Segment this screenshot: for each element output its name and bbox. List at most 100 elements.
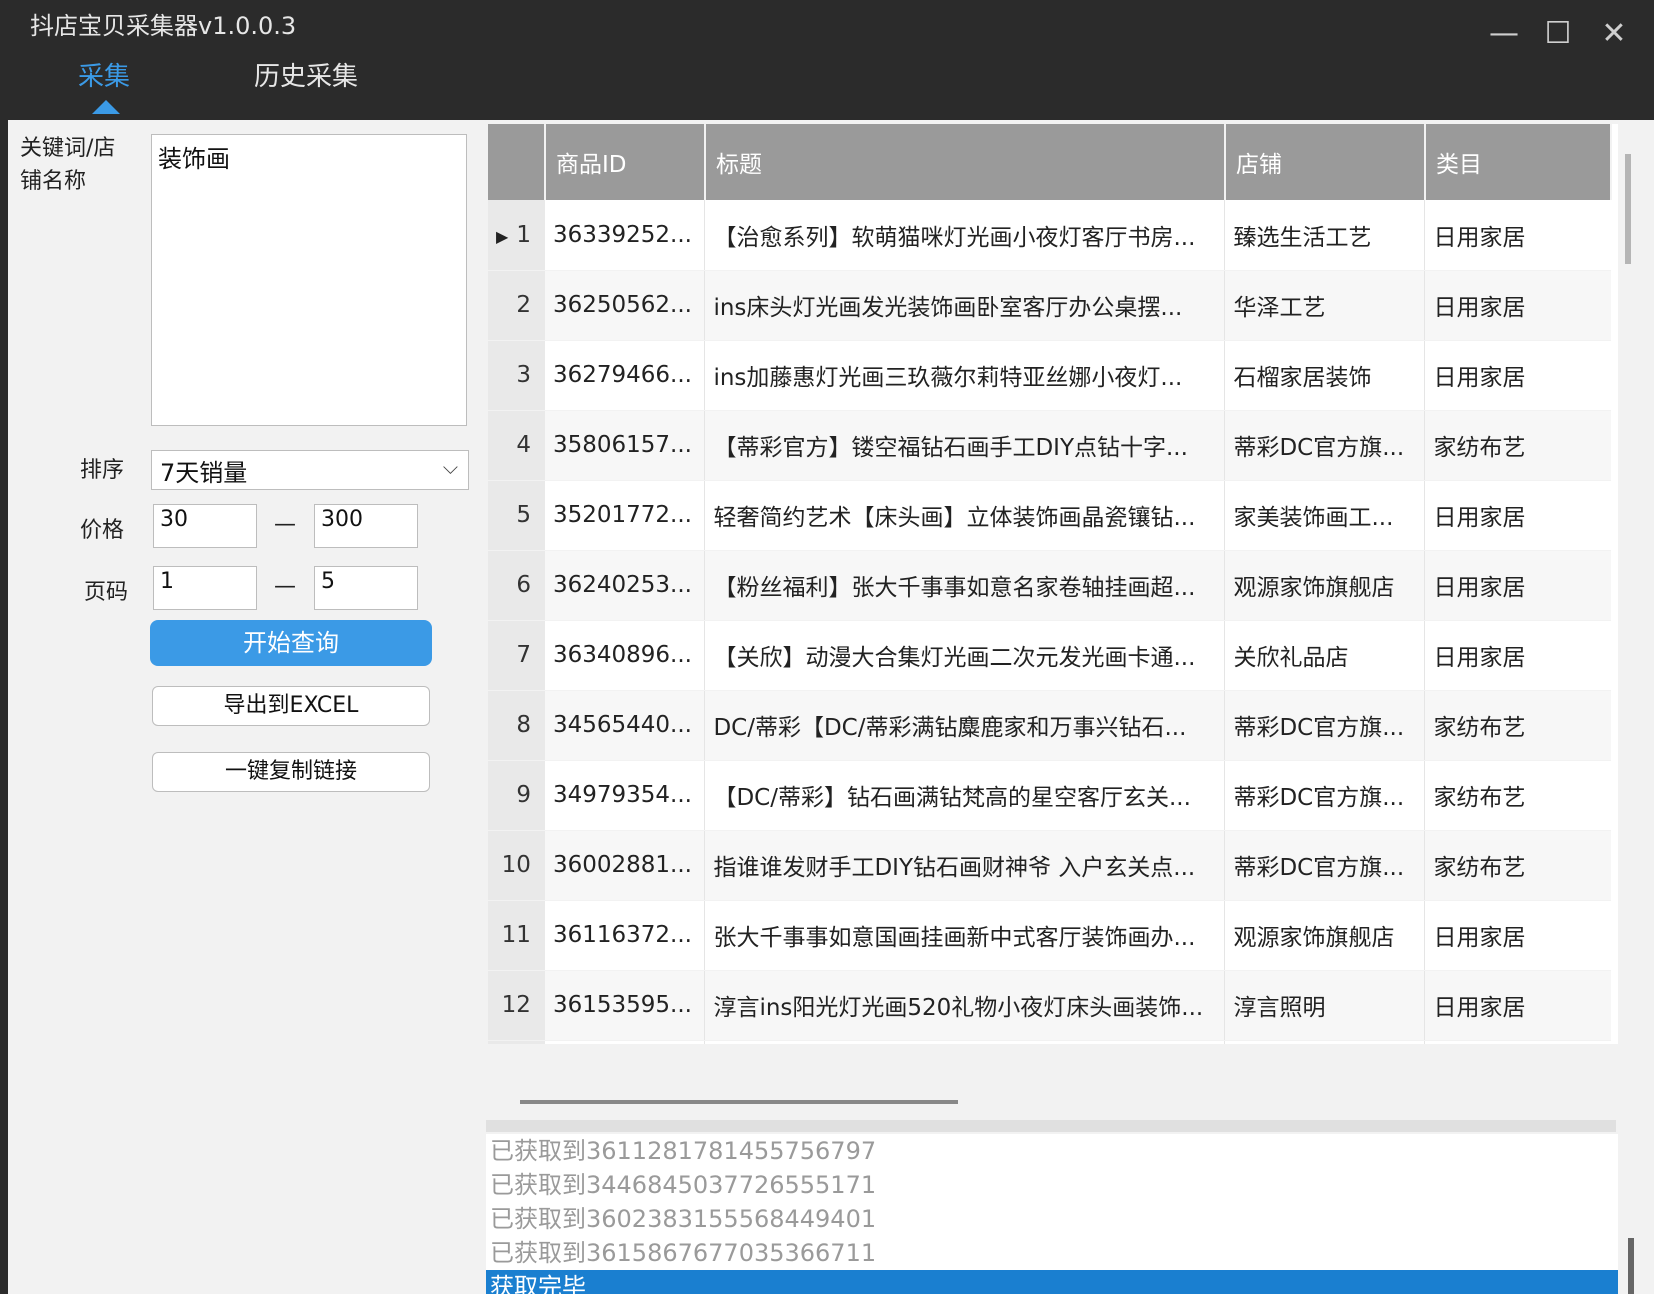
table-row[interactable]: 9 34979354... 【DC/蒂彩】钻石画满钻梵高的星空客厅玄关... 蒂彩DC… xyxy=(488,760,1611,831)
log-scrollbar[interactable] xyxy=(1628,1238,1634,1294)
cell-shop: 蒂彩DC官方旗... xyxy=(1224,760,1426,831)
chevron-down-icon: ⌵ xyxy=(442,455,458,479)
column-header-category[interactable]: 类目 xyxy=(1424,124,1612,200)
table-row[interactable]: 7 36340896... 【关欣】动漫大合集灯光画二次元发光画卡通... 关欣礼品店… xyxy=(488,620,1611,691)
cell-shop: 蒂彩DC官方旗... xyxy=(1224,690,1426,761)
table-row[interactable]: 3 36279466... ins加藤惠灯光画三玖薇尔莉特亚丝娜小夜灯... 石榴家居… xyxy=(488,340,1611,411)
table-body: ▶ 1 36339252... 【治愈系列】软萌猫咪灯光画小夜灯客厅书房... 臻选生活… xyxy=(488,200,1611,1044)
cell-product-id: 36340896... xyxy=(544,620,706,691)
current-row-icon: ▶ xyxy=(496,226,509,246)
table-horizontal-scrollbar[interactable] xyxy=(520,1100,958,1104)
log-line[interactable]: 获取完毕 xyxy=(486,1270,1618,1294)
cell-title: 【粉丝福利】张大千事事如意名家卷轴挂画超... xyxy=(704,550,1226,621)
cell-category: 日用家居 xyxy=(1424,970,1611,1041)
cell-title: 【DC/蒂彩】钻石画满钻梵高的星空客厅玄关... xyxy=(704,760,1226,831)
cell-category: 日用家居 xyxy=(1424,620,1611,691)
cell-product-id: 36339252... xyxy=(544,200,706,271)
close-icon[interactable]: ✕ xyxy=(1594,14,1634,54)
column-header-id[interactable]: 商品ID xyxy=(544,124,706,200)
results-table: 商品ID 标题 店铺 类目 ▶ 1 36339252... 【治愈系列】软萌猫咪灯光画… xyxy=(488,124,1618,1044)
cell-title: DC/蒂彩【DC/蒂彩满钻麋鹿家和万事兴钻石... xyxy=(704,690,1226,761)
export-excel-button[interactable]: 导出到EXCEL xyxy=(152,686,430,726)
table-row[interactable]: ▶ 1 36339252... 【治愈系列】软萌猫咪灯光画小夜灯客厅书房... 臻选生活… xyxy=(488,200,1611,271)
cell-product-id: 35201772... xyxy=(544,480,706,551)
cell-title: 【治愈系列】软萌猫咪灯光画小夜灯客厅书房... xyxy=(704,200,1226,271)
app-title: 抖店宝贝采集器v1.0.0.3 xyxy=(30,12,297,40)
sort-select[interactable]: 7天销量 ⌵ xyxy=(151,450,469,490)
cell-title: 【蒂彩官方】镂空福钻石画手工DIY点钻十字... xyxy=(704,410,1226,481)
cell-shop: 臻选生活工艺 xyxy=(1224,200,1426,271)
row-number: 6 xyxy=(488,550,545,621)
cell-category: 日用家居 xyxy=(1424,480,1611,551)
log-line[interactable]: 已获取到3611281781455756797 xyxy=(486,1134,1618,1168)
price-max-input[interactable]: 300 xyxy=(314,504,418,548)
cell-category: 日用家居 xyxy=(1424,550,1611,621)
table-row[interactable]: 4 35806157... 【蒂彩官方】镂空福钻石画手工DIY点钻十字... 蒂彩DC… xyxy=(488,410,1611,481)
log-line[interactable]: 已获取到3602383155568449401 xyxy=(486,1202,1618,1236)
table-row[interactable]: 6 36240253... 【粉丝福利】张大千事事如意名家卷轴挂画超... 观源家饰旗… xyxy=(488,550,1611,621)
cell-category: 家纺布艺 xyxy=(1424,760,1611,831)
cell-title: DC/蒂彩双鱼（玄关） 满钻全贴点钻十字绣客... xyxy=(704,1040,1226,1044)
row-number: 10 xyxy=(488,830,545,901)
cell-shop: 蒂彩DC官方旗... xyxy=(1224,410,1426,481)
tab-history[interactable]: 历史采集 xyxy=(254,56,358,93)
row-number: 13 xyxy=(488,1040,545,1044)
start-query-button[interactable]: 开始查询 xyxy=(150,620,432,666)
page-label: 页码 xyxy=(84,580,129,605)
table-vertical-scrollbar[interactable] xyxy=(1625,154,1631,264)
cell-product-id: 36002881... xyxy=(544,830,706,901)
table-row[interactable]: 8 34565440... DC/蒂彩【DC/蒂彩满钻麋鹿家和万事兴钻石... 蒂彩D… xyxy=(488,690,1611,761)
sort-label: 排序 xyxy=(80,458,125,483)
cell-shop: 家美装饰画工... xyxy=(1224,480,1426,551)
log-line[interactable]: 已获取到3446845037726555171 xyxy=(486,1168,1618,1202)
log-panel: 已获取到3611281781455756797 已获取到3446845037726… xyxy=(486,1134,1618,1294)
search-panel: 关键词/店铺名称 装饰画 排序 7天销量 ⌵ 价格 30 — 300 页码 1 … xyxy=(8,120,486,1294)
row-number: 3 xyxy=(488,340,545,411)
cell-category: 家纺布艺 xyxy=(1424,830,1611,901)
table-row[interactable]: 2 36250562... ins床头灯光画发光装饰画卧室客厅办公桌摆... 华泽工… xyxy=(488,270,1611,341)
cell-category: 日用家居 xyxy=(1424,340,1611,411)
row-number: ▶ 1 xyxy=(488,200,545,271)
column-header-title[interactable]: 标题 xyxy=(704,124,1226,200)
cell-product-id: 35207397... xyxy=(544,1040,706,1044)
panel-divider xyxy=(486,1120,1616,1132)
minimize-icon[interactable]: — xyxy=(1484,14,1524,54)
cell-title: ins加藤惠灯光画三玖薇尔莉特亚丝娜小夜灯... xyxy=(704,340,1226,411)
column-header-shop[interactable]: 店铺 xyxy=(1224,124,1426,200)
price-min-input[interactable]: 30 xyxy=(153,504,257,548)
keyword-input[interactable]: 装饰画 xyxy=(151,134,467,426)
page-max-input[interactable]: 5 xyxy=(314,566,418,610)
table-row[interactable]: 11 36116372... 张大千事事如意国画挂画新中式客厅装饰画办... 观源家饰… xyxy=(488,900,1611,971)
title-bar: 抖店宝贝采集器v1.0.0.3 — ☐ ✕ 采集 历史采集 xyxy=(0,0,1654,120)
row-number: 11 xyxy=(488,900,545,971)
log-line[interactable]: 已获取到3615867677035366711 xyxy=(486,1236,1618,1270)
row-number: 5 xyxy=(488,480,545,551)
cell-shop: 淳言照明 xyxy=(1224,970,1426,1041)
copy-links-button[interactable]: 一键复制链接 xyxy=(152,752,430,792)
cell-product-id: 36153595... xyxy=(544,970,706,1041)
sort-select-value: 7天销量 xyxy=(160,459,248,487)
cell-shop: 石榴家居装饰 xyxy=(1224,340,1426,411)
cell-product-id: 34565440... xyxy=(544,690,706,761)
main-content: 关键词/店铺名称 装饰画 排序 7天销量 ⌵ 价格 30 — 300 页码 1 … xyxy=(8,120,1654,1294)
table-row[interactable]: 12 36153595... 淳言ins阳光灯光画520礼物小夜灯床头画装饰... 淳… xyxy=(488,970,1611,1041)
row-header-corner xyxy=(488,124,546,200)
cell-shop: 蒂彩DC官方旗... xyxy=(1224,830,1426,901)
cell-category: 日用家居 xyxy=(1424,200,1611,271)
price-label: 价格 xyxy=(80,518,125,543)
table-header-row: 商品ID 标题 店铺 类目 xyxy=(488,124,1612,200)
table-row[interactable]: 5 35201772... 轻奢简约艺术【床头画】立体装饰画晶瓷镶钻... 家美装饰画… xyxy=(488,480,1611,551)
table-row[interactable]: 10 36002881... 指谁谁发财手工DIY钻石画财神爷 入户玄关点... 蒂彩… xyxy=(488,830,1611,901)
cell-product-id: 36240253... xyxy=(544,550,706,621)
maximize-icon[interactable]: ☐ xyxy=(1538,14,1578,54)
page-min-input[interactable]: 1 xyxy=(153,566,257,610)
cell-category: 日用家居 xyxy=(1424,900,1611,971)
cell-shop: 华泽工艺 xyxy=(1224,270,1426,341)
row-number: 8 xyxy=(488,690,545,761)
cell-shop: 观源家饰旗舰店 xyxy=(1224,550,1426,621)
tab-collect[interactable]: 采集 xyxy=(78,56,130,93)
table-row[interactable]: 1335207397...DC/蒂彩双鱼（玄关） 满钻全贴点钻十字绣客...蒂彩… xyxy=(488,1040,1611,1044)
price-dash: — xyxy=(274,512,296,537)
cell-category: 家纺布艺 xyxy=(1424,1040,1611,1044)
cell-product-id: 36116372... xyxy=(544,900,706,971)
